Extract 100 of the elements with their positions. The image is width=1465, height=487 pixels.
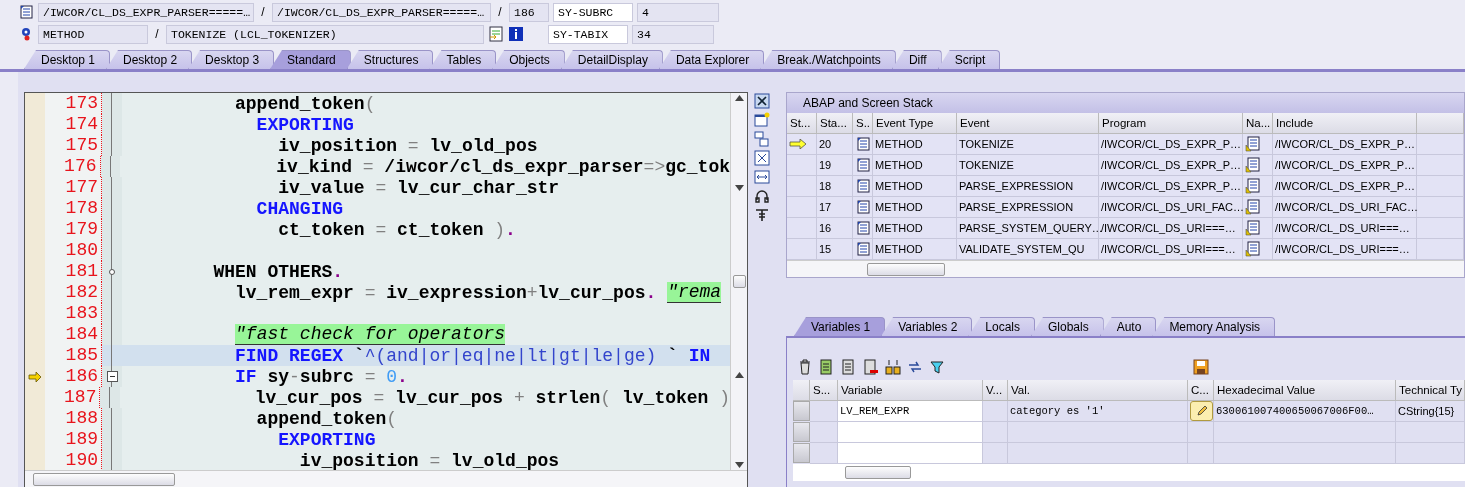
tab[interactable]: Structures	[346, 50, 434, 69]
scroll-down-icon[interactable]	[734, 185, 744, 191]
list-icon[interactable]	[863, 359, 879, 375]
table-cell: /IWCOR/CL_DS_URI===…	[1273, 218, 1417, 239]
tool-icon[interactable]	[754, 207, 770, 223]
line-number: 184	[45, 324, 102, 345]
tab[interactable]: Tables	[429, 50, 497, 69]
filter-icon[interactable]	[929, 359, 945, 375]
column-header[interactable]: S...	[810, 380, 838, 401]
tab[interactable]: Variables 1	[794, 317, 886, 336]
variable-field[interactable]	[838, 422, 983, 443]
code-line: WHEN OTHERS.	[212, 261, 345, 282]
line-number: 187	[44, 387, 101, 408]
scroll-up-icon[interactable]	[734, 95, 744, 101]
code-line: iv_kind = /iwcor/cl_ds_expr_parser=>gc_tok	[275, 156, 730, 177]
navigate-icon[interactable]	[1245, 136, 1261, 152]
vertical-scrollbar[interactable]	[730, 93, 747, 470]
table-cell: /IWCOR/CL_DS_URI_FAC…	[1099, 197, 1243, 218]
gutter-cell[interactable]	[25, 450, 45, 470]
scroll-up-icon[interactable]	[734, 372, 744, 378]
tab[interactable]: Desktop 3	[188, 50, 275, 69]
tab[interactable]: Diff	[891, 50, 942, 69]
column-header[interactable]: V...	[983, 380, 1008, 401]
column-header[interactable]: Include	[1273, 113, 1417, 134]
scroll-down-icon[interactable]	[734, 462, 744, 468]
tab[interactable]: Standard	[270, 50, 351, 69]
tab[interactable]: Objects	[492, 50, 565, 69]
table-cell: METHOD	[873, 218, 957, 239]
column-header[interactable]: Event	[957, 113, 1099, 134]
maximize-icon[interactable]	[754, 150, 770, 166]
tab[interactable]: Memory Analysis	[1152, 317, 1276, 336]
tab[interactable]: Variables 2	[881, 317, 973, 336]
row-selector[interactable]	[793, 422, 810, 442]
tab[interactable]: Script	[937, 50, 1001, 69]
info-icon[interactable]	[508, 26, 524, 42]
column-header[interactable]: Sta...	[817, 113, 853, 134]
sort-icon[interactable]	[885, 359, 901, 375]
layout-icon[interactable]	[754, 131, 770, 147]
save-icon[interactable]	[1193, 359, 1209, 375]
horizontal-scrollbar[interactable]	[787, 260, 1464, 277]
scroll-thumb[interactable]	[33, 472, 175, 486]
scroll-thumb[interactable]	[867, 262, 945, 276]
column-header[interactable]: Val.	[1008, 380, 1188, 401]
tab[interactable]: Desktop 1	[24, 50, 111, 69]
list-icon[interactable]	[819, 359, 835, 375]
column-header[interactable]: Na...	[1243, 113, 1273, 134]
variable-field[interactable]	[838, 443, 983, 464]
tab[interactable]: Break./Watchpoints	[760, 50, 896, 69]
variable-field[interactable]: LV_REM_EXPR	[838, 401, 983, 422]
trash-icon[interactable]	[797, 359, 813, 375]
line-number: 185	[45, 345, 102, 366]
column-header[interactable]: Technical Ty	[1396, 380, 1465, 401]
program-icon[interactable]	[18, 4, 34, 20]
list-icon[interactable]	[841, 359, 857, 375]
tab[interactable]: Globals	[1031, 317, 1104, 336]
line-number: 173	[45, 93, 102, 114]
code-line: iv_value = lv_cur_char_str	[277, 177, 561, 198]
close-icon[interactable]	[754, 93, 770, 109]
headset-icon[interactable]	[754, 188, 770, 204]
column-header[interactable]: St...	[787, 113, 817, 134]
table-cell: PARSE_EXPRESSION	[957, 197, 1099, 218]
navigate-icon[interactable]	[1245, 199, 1261, 215]
tab[interactable]: Locals	[968, 317, 1035, 336]
horizontal-scrollbar[interactable]	[793, 464, 1465, 481]
table-cell	[983, 401, 1008, 422]
table-cell: 630061007400650067006F00…	[1214, 401, 1396, 422]
line-number: 183	[45, 303, 102, 324]
scroll-thumb[interactable]	[732, 275, 746, 288]
row-selector[interactable]	[793, 401, 810, 421]
scroll-thumb[interactable]	[845, 466, 911, 479]
horizontal-scrollbar[interactable]	[25, 470, 747, 487]
column-header[interactable]	[793, 380, 810, 401]
navigate-icon[interactable]	[1245, 241, 1261, 257]
column-header[interactable]: S..	[853, 113, 873, 134]
tab[interactable]: Data Explorer	[658, 50, 765, 69]
new-window-icon[interactable]	[754, 112, 770, 128]
column-header[interactable]: Program	[1099, 113, 1243, 134]
row-selector[interactable]	[793, 443, 810, 463]
width-icon[interactable]	[754, 169, 770, 185]
table-cell: CString{15}	[1396, 401, 1465, 422]
navigate-icon[interactable]	[1245, 178, 1261, 194]
navigate-icon[interactable]	[1245, 157, 1261, 173]
transfer-icon[interactable]	[907, 359, 923, 375]
code-line: CHANGING	[255, 198, 345, 219]
tab[interactable]: Auto	[1099, 317, 1157, 336]
gutter-cell[interactable]	[25, 93, 45, 114]
tab[interactable]: Desktop 2	[106, 50, 193, 69]
line-number: 180	[45, 240, 102, 261]
navigate-icon[interactable]	[1245, 220, 1261, 236]
table-cell: 19	[817, 155, 853, 176]
table-cell: METHOD	[873, 155, 957, 176]
line-number: 189	[45, 429, 102, 450]
line-number: 177	[45, 177, 102, 198]
column-header[interactable]: Hexadecimal Value	[1214, 380, 1396, 401]
column-header[interactable]: Event Type	[873, 113, 957, 134]
column-header[interactable]: Variable	[838, 380, 983, 401]
collapse-icon[interactable]	[106, 371, 118, 382]
tab[interactable]: DetailDisplay	[560, 50, 663, 69]
column-header[interactable]: C...	[1188, 380, 1214, 401]
column-header[interactable]	[1417, 113, 1464, 134]
